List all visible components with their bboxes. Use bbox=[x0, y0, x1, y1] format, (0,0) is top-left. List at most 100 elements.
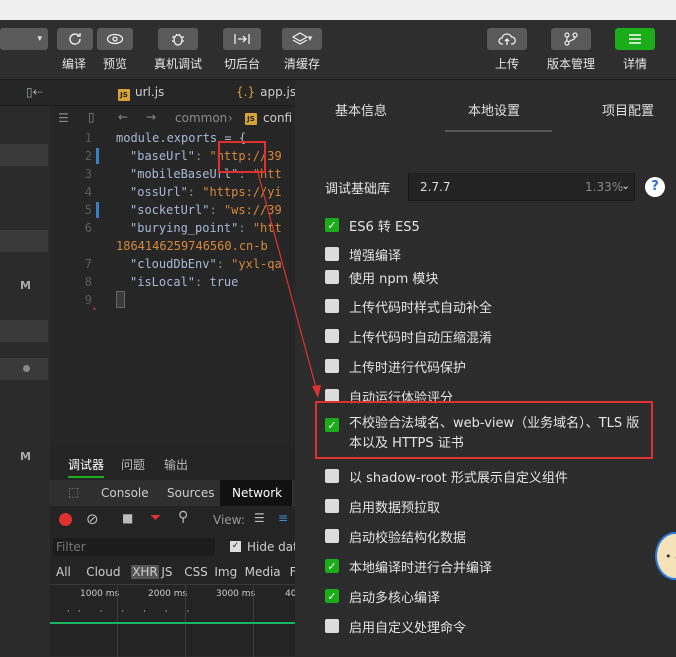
tab-debugger[interactable]: 调试器 bbox=[68, 456, 105, 478]
type-filter-css[interactable]: CSS bbox=[184, 565, 208, 579]
details-button[interactable] bbox=[615, 28, 655, 50]
highlight-box bbox=[315, 401, 653, 459]
checkbox-unchecked[interactable] bbox=[325, 499, 339, 513]
option-row[interactable]: 上传代码时样式自动补全 bbox=[325, 295, 492, 317]
tab-basic-info[interactable]: 基本信息 bbox=[335, 100, 387, 119]
upload-label: 上传 bbox=[495, 57, 520, 71]
mode-select[interactable]: ▾ bbox=[0, 28, 48, 50]
tab-problems[interactable]: 问题 bbox=[121, 456, 145, 473]
version-mgmt-button[interactable] bbox=[551, 28, 591, 50]
remote-debug-button[interactable] bbox=[158, 28, 198, 50]
hide-data-checkbox[interactable]: ✓ bbox=[230, 541, 241, 552]
colon: : bbox=[216, 257, 232, 271]
checkbox-unchecked[interactable] bbox=[325, 299, 339, 313]
toolbar: ▾ ▾ 编译 预览 真机调试 切后台 清缓存 上传 版本管理 详情 bbox=[0, 20, 676, 80]
compile-button[interactable] bbox=[57, 28, 93, 50]
type-filter-img[interactable]: Img bbox=[214, 565, 237, 579]
option-row[interactable]: 增强编译 bbox=[325, 243, 401, 265]
clear-icon[interactable]: ⊘ bbox=[86, 510, 99, 528]
code-text: "burying_point": "htt bbox=[130, 221, 282, 235]
breadcrumb-dir[interactable]: common bbox=[175, 111, 227, 125]
line-number: 1 bbox=[84, 131, 92, 145]
help-icon[interactable]: ? bbox=[645, 177, 665, 197]
lib-version-select[interactable]: 2.7.7 1.33% ⌄ bbox=[408, 173, 635, 201]
background-button[interactable] bbox=[223, 28, 261, 50]
breadcrumb: ☰ ▯ ← → common › JS confi bbox=[50, 106, 295, 131]
breadcrumb-file[interactable]: confi bbox=[263, 111, 292, 125]
tab-project-config[interactable]: 项目配置 bbox=[602, 100, 654, 119]
bookmark-icon[interactable]: ▯ bbox=[88, 110, 95, 124]
checkbox-unchecked[interactable] bbox=[325, 247, 339, 261]
timeline-tick-label: 2000 ms bbox=[148, 589, 188, 599]
option-row[interactable]: 上传代码时自动压缩混淆 bbox=[325, 325, 492, 347]
preview-button[interactable] bbox=[97, 28, 133, 50]
tab-url-js[interactable]: JS url.js bbox=[118, 85, 164, 101]
type-filter-all[interactable]: All bbox=[56, 565, 71, 579]
tab-console[interactable]: Console bbox=[101, 486, 149, 500]
colon: : bbox=[195, 275, 210, 289]
timeline-gridline bbox=[253, 585, 254, 657]
option-row[interactable]: ✓ 本地编译时进行合并编译 bbox=[325, 555, 492, 577]
code-text: "cloudDbEnv": "yxl-qa bbox=[130, 257, 282, 271]
tab-app-json[interactable]: {.} app.jso bbox=[236, 85, 303, 99]
checkbox-unchecked[interactable] bbox=[325, 529, 339, 543]
list-view-icon[interactable]: ☰ bbox=[254, 511, 265, 525]
change-marker bbox=[96, 148, 99, 164]
camera-icon[interactable]: ■ bbox=[122, 511, 133, 525]
option-row[interactable]: 启动校验结构化数据 bbox=[325, 525, 466, 547]
type-filter-media[interactable]: Media bbox=[245, 565, 281, 579]
back-arrow-icon[interactable]: ← bbox=[118, 110, 128, 124]
option-label: 启用自定义处理命令 bbox=[349, 620, 467, 636]
code-text: "socketUrl": "ws://39 bbox=[130, 203, 282, 217]
error-marker: • bbox=[92, 305, 97, 314]
collapse-icon[interactable]: ▯⇠ bbox=[26, 85, 43, 99]
checkbox-unchecked[interactable] bbox=[325, 359, 339, 373]
code-line: 7 "cloudDbEnv": "yxl-qa bbox=[50, 257, 295, 275]
code-text: "ossUrl": "https://yi bbox=[130, 185, 282, 199]
option-label: 增强编译 bbox=[349, 248, 402, 264]
option-row[interactable]: 启用数据预拉取 bbox=[325, 495, 440, 517]
inspect-icon[interactable]: ⬚ bbox=[68, 485, 79, 499]
tab-output[interactable]: 输出 bbox=[164, 456, 188, 473]
type-filter-row: AllCloudXHRJSCSSImgMediaFo bbox=[50, 562, 303, 582]
record-icon[interactable] bbox=[59, 513, 72, 526]
forward-arrow-icon[interactable]: → bbox=[146, 110, 156, 124]
tab-sources[interactable]: Sources bbox=[167, 486, 214, 500]
option-row[interactable]: ✓ 启动多核心编译 bbox=[325, 585, 440, 607]
clear-cache-button[interactable]: ▾ bbox=[282, 28, 322, 50]
waterfall-view-icon[interactable]: ≡ bbox=[278, 511, 288, 525]
layers-icon bbox=[291, 32, 308, 45]
tab-local-settings[interactable]: 本地设置 bbox=[468, 100, 520, 119]
list-icon[interactable]: ☰ bbox=[58, 111, 69, 125]
option-label: 以 shadow-root 形式展示自定义组件 bbox=[349, 470, 568, 486]
window-top-strip bbox=[0, 0, 676, 20]
option-row[interactable]: 启用自定义处理命令 bbox=[325, 615, 466, 637]
cloud-upload-icon bbox=[498, 33, 516, 45]
code-line: 5 "socketUrl": "ws://39 bbox=[50, 203, 295, 221]
checkbox-unchecked[interactable] bbox=[325, 329, 339, 343]
line-number: 9 bbox=[84, 293, 92, 307]
option-row[interactable]: 使用 npm 模块 bbox=[325, 266, 438, 288]
tab-network[interactable]: Network bbox=[220, 480, 292, 506]
upload-button[interactable] bbox=[487, 28, 527, 50]
checkbox-unchecked[interactable] bbox=[325, 270, 339, 284]
checkbox-checked[interactable]: ✓ bbox=[325, 218, 339, 232]
line-number: 6 bbox=[84, 221, 92, 235]
type-filter-js[interactable]: JS bbox=[161, 565, 172, 579]
option-row[interactable]: 上传时进行代码保护 bbox=[325, 355, 466, 377]
checkbox-checked[interactable]: ✓ bbox=[325, 589, 339, 603]
line-number: 4 bbox=[84, 185, 92, 199]
type-filter-xhr[interactable]: XHR bbox=[131, 565, 159, 579]
option-row[interactable]: 以 shadow-root 形式展示自定义组件 bbox=[325, 465, 568, 487]
search-icon[interactable]: ⚲ bbox=[178, 509, 188, 525]
line-number: 7 bbox=[84, 257, 92, 271]
filter-icon[interactable]: ⏷ bbox=[150, 510, 161, 526]
avatar[interactable]: • ᴗ bbox=[655, 532, 676, 580]
checkbox-unchecked[interactable] bbox=[325, 469, 339, 483]
checkbox-unchecked[interactable] bbox=[325, 619, 339, 633]
filter-input[interactable]: Filter bbox=[53, 538, 215, 556]
option-row[interactable]: ✓ ES6 转 ES5 bbox=[325, 214, 420, 236]
tab-label: url.js bbox=[135, 85, 165, 99]
type-filter-cloud[interactable]: Cloud bbox=[86, 565, 120, 579]
checkbox-checked[interactable]: ✓ bbox=[325, 559, 339, 573]
